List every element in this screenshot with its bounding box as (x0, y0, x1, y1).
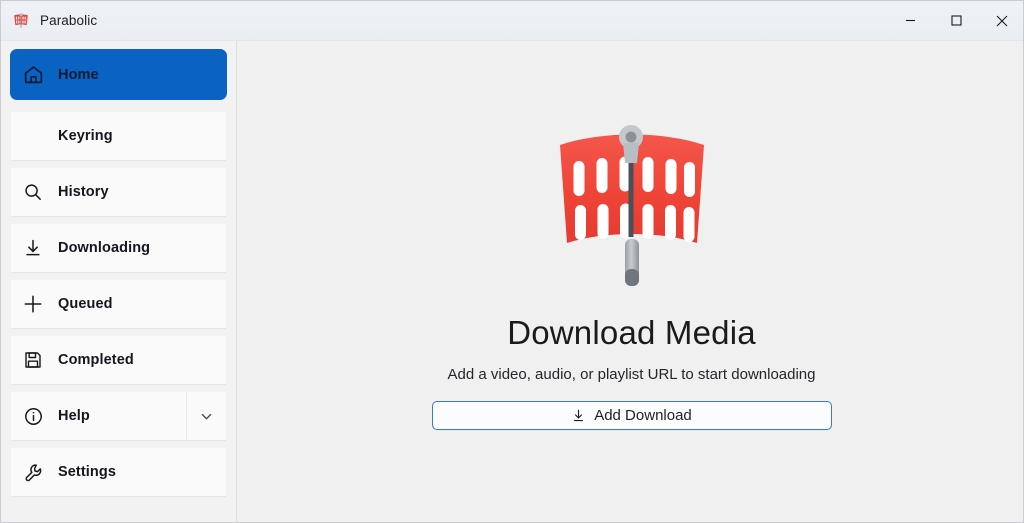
wrench-icon (20, 459, 46, 485)
sidebar-item-history[interactable]: History (11, 168, 226, 217)
home-icon (20, 62, 46, 88)
sidebar-item-label: Queued (58, 296, 113, 312)
minimize-icon[interactable] (887, 1, 933, 40)
maximize-icon[interactable] (933, 1, 979, 40)
sidebar-item-queued[interactable]: Queued (11, 280, 226, 329)
close-icon[interactable] (979, 1, 1023, 40)
sidebar-item-completed[interactable]: Completed (11, 336, 226, 385)
keyring-icon-missing (20, 123, 46, 149)
title-bar[interactable]: Parabolic (1, 1, 1023, 41)
parabolic-logo-icon (12, 12, 30, 30)
sidebar-item-label: Completed (58, 352, 134, 368)
sidebar-item-label: Keyring (58, 128, 113, 144)
window-controls (887, 1, 1023, 40)
sidebar-item-label: Downloading (58, 240, 151, 256)
sidebar-item-label: Settings (58, 464, 116, 480)
sidebar-item-help[interactable]: Help (11, 392, 226, 441)
download-icon (20, 235, 46, 261)
app-window: Parabolic Home Keyring History Downloadi… (0, 0, 1024, 523)
search-icon (20, 179, 46, 205)
sidebar: Home Keyring History Downloading Queued … (1, 41, 237, 522)
page-subtitle: Add a video, audio, or playlist URL to s… (447, 366, 816, 383)
page-title: Download Media (507, 314, 756, 351)
download-arrow-icon (571, 408, 586, 423)
add-download-label: Add Download (594, 407, 692, 424)
save-floppy-icon (20, 347, 46, 373)
main-content: Download Media Add a video, audio, or pl… (238, 41, 1023, 522)
chevron-down-icon[interactable] (186, 392, 226, 440)
sidebar-item-keyring[interactable]: Keyring (11, 112, 226, 161)
sidebar-item-downloading[interactable]: Downloading (11, 224, 226, 273)
parabolic-dish-logo (547, 119, 717, 294)
sidebar-item-home[interactable]: Home (11, 50, 226, 99)
sidebar-item-label: Home (58, 66, 99, 83)
info-circle-icon (20, 403, 46, 429)
add-download-button[interactable]: Add Download (431, 401, 832, 430)
plus-icon (20, 291, 46, 317)
window-title: Parabolic (40, 13, 98, 28)
sidebar-item-label: Help (58, 408, 90, 424)
sidebar-item-settings[interactable]: Settings (11, 448, 226, 497)
sidebar-item-label: History (58, 184, 109, 200)
